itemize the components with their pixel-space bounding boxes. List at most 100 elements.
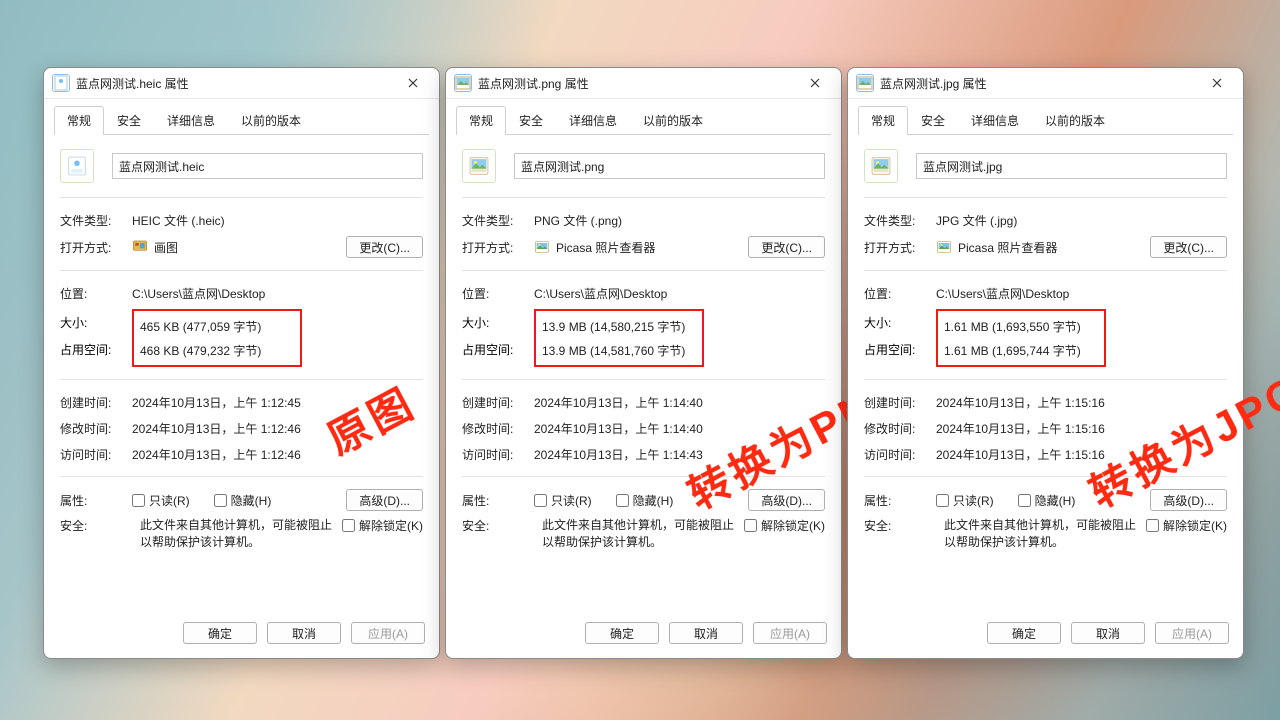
tab[interactable]: 常规 bbox=[858, 106, 908, 135]
open-with-label: 打开方式: bbox=[864, 239, 936, 256]
tab[interactable]: 常规 bbox=[54, 106, 104, 135]
close-button[interactable] bbox=[1199, 71, 1235, 95]
readonly-checkbox[interactable]: 只读(R) bbox=[132, 492, 190, 509]
security-label: 安全: bbox=[60, 517, 132, 534]
file-type-value: PNG 文件 (.png) bbox=[534, 212, 825, 229]
close-button[interactable] bbox=[395, 71, 431, 95]
accessed-label: 访问时间: bbox=[864, 446, 936, 463]
filename-input[interactable] bbox=[112, 153, 423, 179]
created-value: 2024年10月13日，上午 1:14:40 bbox=[534, 394, 825, 411]
tab[interactable]: 以前的版本 bbox=[630, 106, 716, 135]
tab[interactable]: 详细信息 bbox=[958, 106, 1032, 135]
unblock-checkbox[interactable]: 解除锁定(K) bbox=[342, 517, 423, 534]
modified-label: 修改时间: bbox=[864, 420, 936, 437]
size-label: 大小: bbox=[864, 314, 936, 340]
picasa-icon bbox=[936, 239, 952, 255]
unblock-checkbox[interactable]: 解除锁定(K) bbox=[1146, 517, 1227, 534]
titlebar-title: 蓝点网测试.png 属性 bbox=[478, 75, 797, 92]
tab[interactable]: 以前的版本 bbox=[1032, 106, 1118, 135]
tab[interactable]: 安全 bbox=[104, 106, 154, 135]
tab[interactable]: 安全 bbox=[908, 106, 958, 135]
size-on-disk-value: 1.61 MB (1,695,744 字节) bbox=[944, 342, 1098, 359]
accessed-value: 2024年10月13日，上午 1:14:43 bbox=[534, 446, 825, 463]
readonly-checkbox[interactable]: 只读(R) bbox=[534, 492, 592, 509]
filename-input[interactable] bbox=[514, 153, 825, 179]
open-with-label: 打开方式: bbox=[60, 239, 132, 256]
hidden-checkbox[interactable]: 隐藏(H) bbox=[214, 492, 272, 509]
accessed-label: 访问时间: bbox=[60, 446, 132, 463]
hidden-checkbox[interactable]: 隐藏(H) bbox=[1018, 492, 1076, 509]
file-type-label: 文件类型: bbox=[462, 212, 534, 229]
separator bbox=[864, 270, 1227, 271]
unblock-checkbox[interactable]: 解除锁定(K) bbox=[744, 517, 825, 534]
tab[interactable]: 常规 bbox=[456, 106, 506, 135]
accessed-value: 2024年10月13日，上午 1:15:16 bbox=[936, 446, 1227, 463]
dialog-footer: 确定取消应用(A) bbox=[44, 612, 439, 658]
file-type-icon bbox=[462, 149, 496, 183]
location-label: 位置: bbox=[864, 285, 936, 302]
security-message: 此文件来自其他计算机，可能被阻止以帮助保护该计算机。 bbox=[542, 517, 736, 551]
titlebar-file-icon bbox=[856, 74, 874, 92]
cancel-button[interactable]: 取消 bbox=[267, 622, 341, 644]
security-label: 安全: bbox=[864, 517, 936, 534]
separator bbox=[462, 476, 825, 477]
separator bbox=[60, 270, 423, 271]
separator bbox=[462, 270, 825, 271]
separator bbox=[60, 379, 423, 380]
change-button[interactable]: 更改(C)... bbox=[748, 236, 825, 258]
separator bbox=[462, 197, 825, 198]
picasa-icon bbox=[534, 239, 550, 255]
attributes-label: 属性: bbox=[60, 492, 132, 509]
change-button[interactable]: 更改(C)... bbox=[1150, 236, 1227, 258]
titlebar-file-icon bbox=[52, 74, 70, 92]
modified-value: 2024年10月13日，上午 1:12:46 bbox=[132, 420, 423, 437]
close-button[interactable] bbox=[797, 71, 833, 95]
hidden-checkbox[interactable]: 隐藏(H) bbox=[616, 492, 674, 509]
size-value: 1.61 MB (1,693,550 字节) bbox=[944, 318, 1098, 335]
file-type-label: 文件类型: bbox=[864, 212, 936, 229]
size-on-disk-label: 占用空间: bbox=[462, 341, 534, 367]
titlebar: 蓝点网测试.jpg 属性 bbox=[848, 68, 1243, 99]
size-on-disk-value: 468 KB (479,232 字节) bbox=[140, 342, 294, 359]
cancel-button[interactable]: 取消 bbox=[1071, 622, 1145, 644]
tab[interactable]: 安全 bbox=[506, 106, 556, 135]
dialog-body: 文件类型:JPG 文件 (.jpg)打开方式:Picasa 照片查看器更改(C)… bbox=[848, 135, 1243, 612]
change-button[interactable]: 更改(C)... bbox=[346, 236, 423, 258]
apply-button[interactable]: 应用(A) bbox=[1155, 622, 1229, 644]
dialog-body: 文件类型:HEIC 文件 (.heic)打开方式:画图更改(C)...位置:C:… bbox=[44, 135, 439, 612]
ok-button[interactable]: 确定 bbox=[183, 622, 257, 644]
apply-button[interactable]: 应用(A) bbox=[753, 622, 827, 644]
size-highlight-box: 13.9 MB (14,580,215 字节)13.9 MB (14,581,7… bbox=[534, 309, 704, 367]
tab[interactable]: 详细信息 bbox=[154, 106, 228, 135]
size-label: 大小: bbox=[60, 314, 132, 340]
open-with-label: 打开方式: bbox=[462, 239, 534, 256]
attributes-label: 属性: bbox=[462, 492, 534, 509]
advanced-button[interactable]: 高级(D)... bbox=[748, 489, 825, 511]
accessed-value: 2024年10月13日，上午 1:12:46 bbox=[132, 446, 423, 463]
size-highlight-box: 465 KB (477,059 字节)468 KB (479,232 字节) bbox=[132, 309, 302, 367]
file-type-icon bbox=[864, 149, 898, 183]
size-on-disk-label: 占用空间: bbox=[60, 341, 132, 367]
titlebar-title: 蓝点网测试.jpg 属性 bbox=[880, 75, 1199, 92]
size-on-disk-label: 占用空间: bbox=[864, 341, 936, 367]
advanced-button[interactable]: 高级(D)... bbox=[346, 489, 423, 511]
apply-button[interactable]: 应用(A) bbox=[351, 622, 425, 644]
titlebar-title: 蓝点网测试.heic 属性 bbox=[76, 75, 395, 92]
titlebar: 蓝点网测试.heic 属性 bbox=[44, 68, 439, 99]
filename-input[interactable] bbox=[916, 153, 1227, 179]
paint-icon bbox=[132, 239, 148, 255]
tab[interactable]: 以前的版本 bbox=[228, 106, 314, 135]
readonly-checkbox[interactable]: 只读(R) bbox=[936, 492, 994, 509]
location-label: 位置: bbox=[462, 285, 534, 302]
security-label: 安全: bbox=[462, 517, 534, 534]
open-with-app: Picasa 照片查看器 bbox=[958, 239, 1057, 256]
ok-button[interactable]: 确定 bbox=[987, 622, 1061, 644]
tab[interactable]: 详细信息 bbox=[556, 106, 630, 135]
ok-button[interactable]: 确定 bbox=[585, 622, 659, 644]
size-highlight-box: 1.61 MB (1,693,550 字节) 1.61 MB (1,695,744… bbox=[936, 309, 1106, 367]
cancel-button[interactable]: 取消 bbox=[669, 622, 743, 644]
separator bbox=[462, 379, 825, 380]
advanced-button[interactable]: 高级(D)... bbox=[1150, 489, 1227, 511]
created-value: 2024年10月13日，上午 1:12:45 bbox=[132, 394, 423, 411]
created-label: 创建时间: bbox=[60, 394, 132, 411]
